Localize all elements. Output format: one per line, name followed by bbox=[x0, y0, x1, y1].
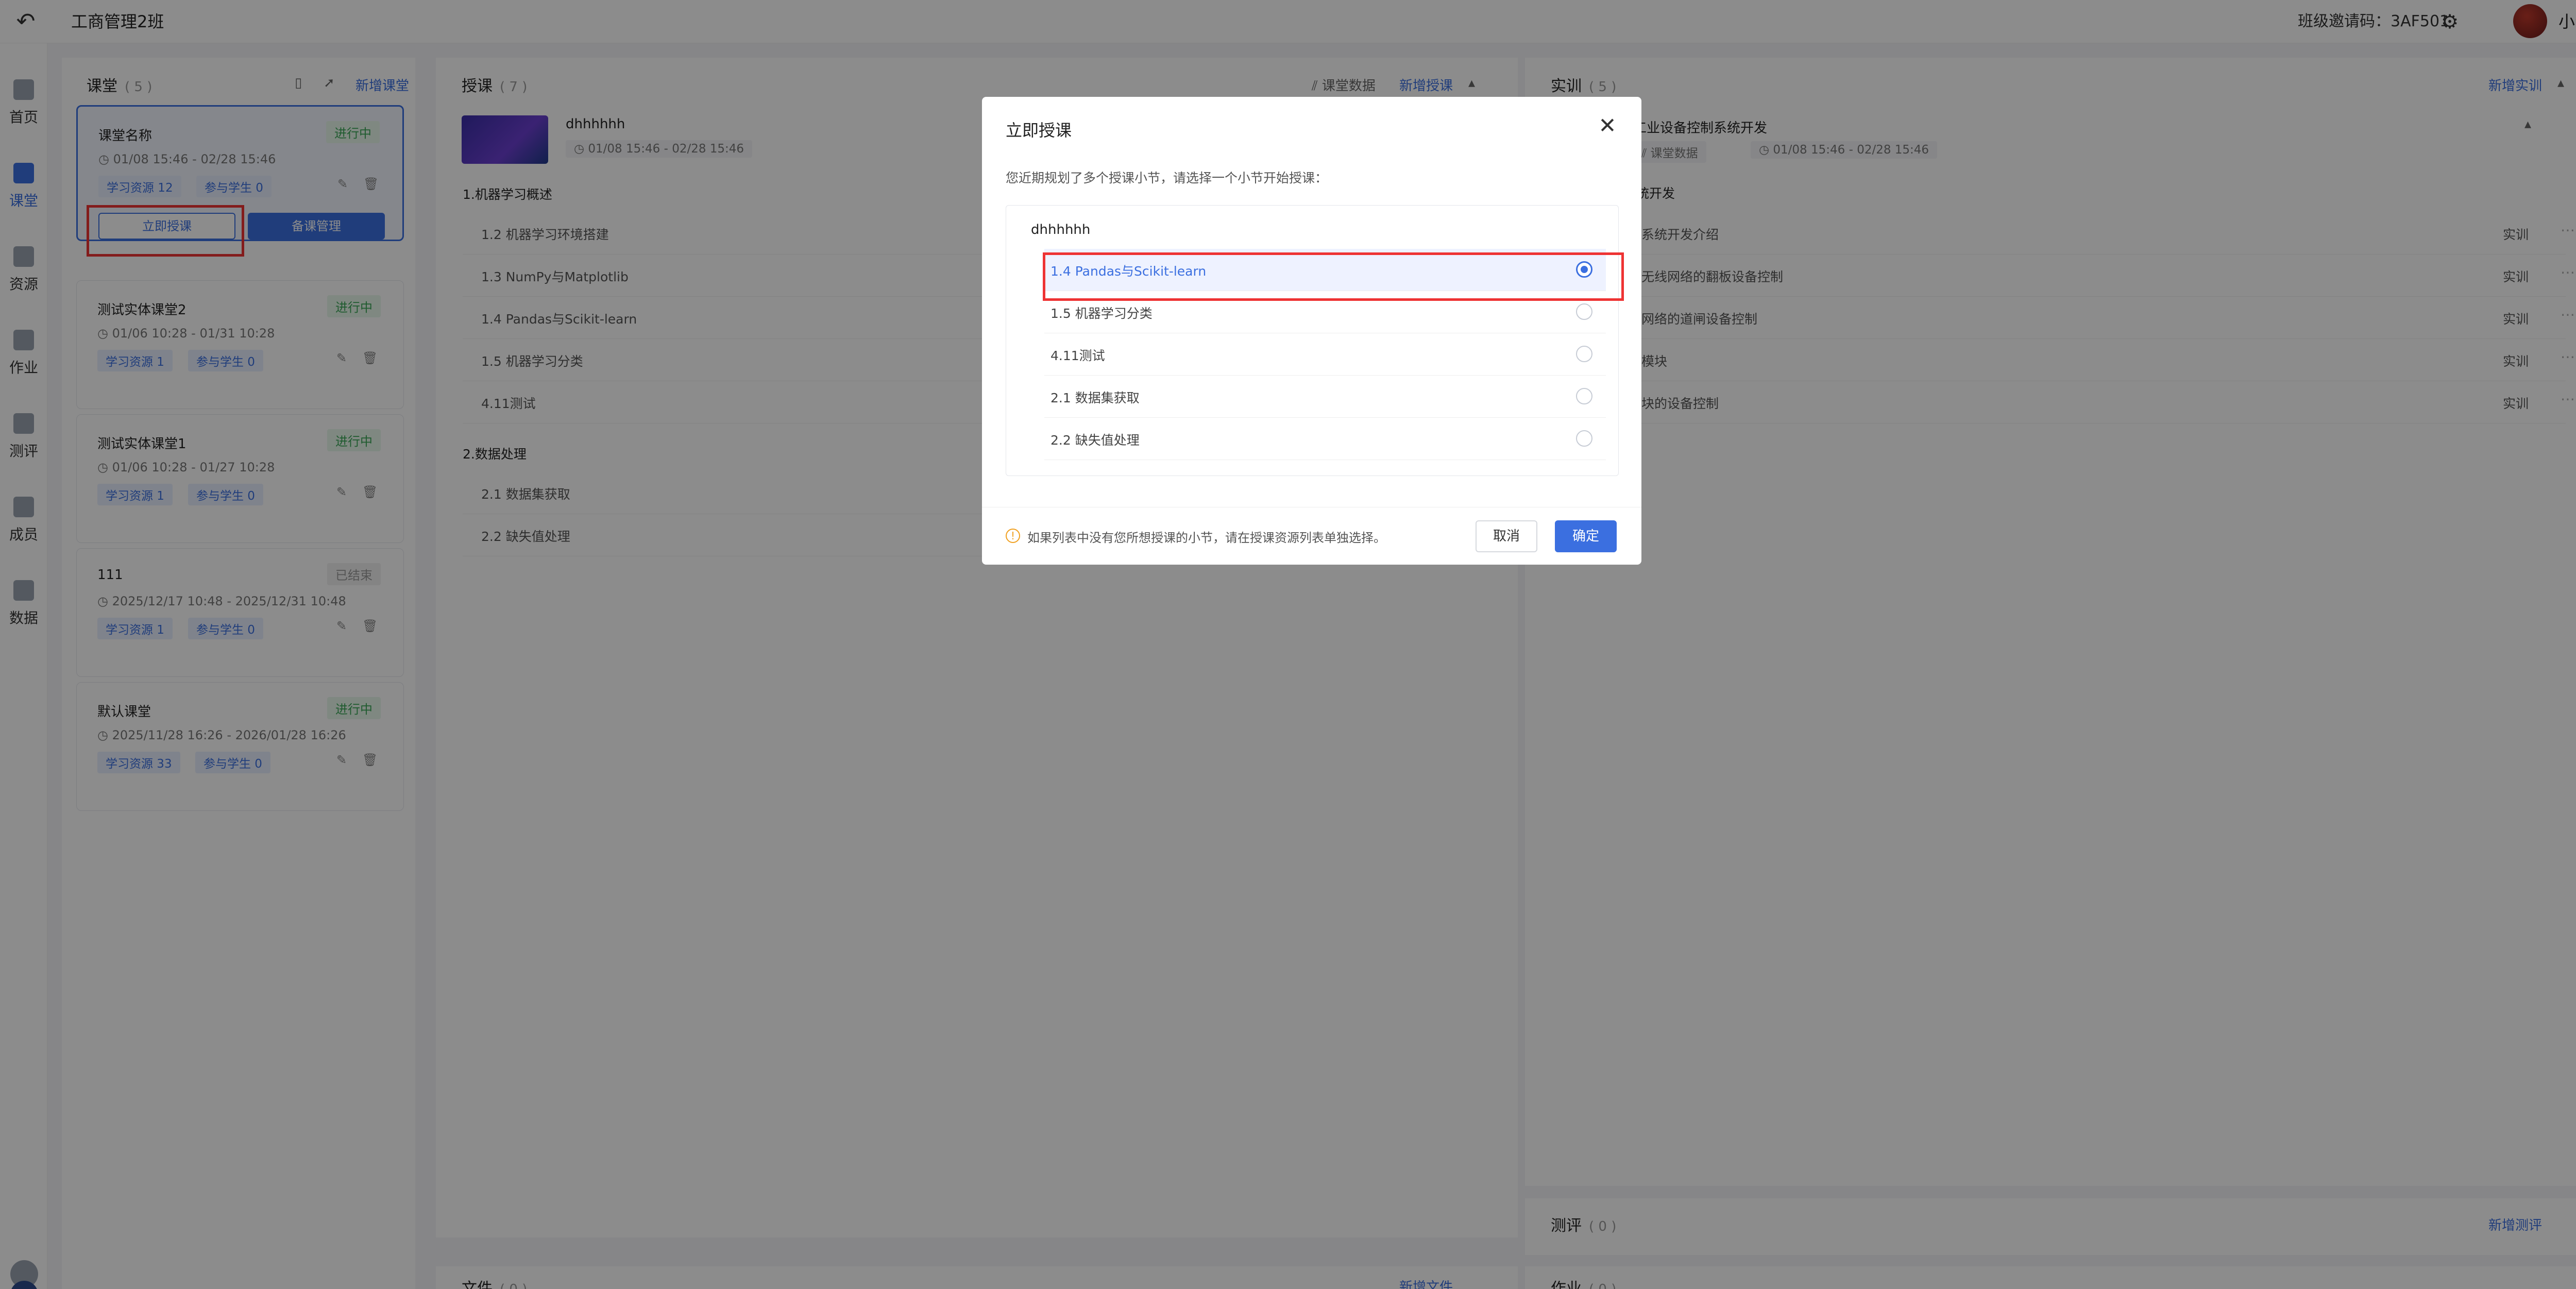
option-label: 4.11测试 bbox=[1050, 348, 1105, 363]
radio-button[interactable] bbox=[1576, 430, 1592, 447]
highlight-box bbox=[1043, 252, 1624, 301]
radio-button[interactable] bbox=[1576, 388, 1592, 404]
lesson-group-label: dhhhhhh bbox=[1031, 222, 1091, 238]
section-option[interactable]: 2.2 缺失值处理 bbox=[1044, 418, 1606, 460]
option-label: 2.1 数据集获取 bbox=[1050, 391, 1140, 405]
start-teaching-dialog: 立即授课 ✕ 您近期规划了多个授课小节，请选择一个小节开始授课： dhhhhhh… bbox=[982, 97, 1641, 565]
close-icon[interactable]: ✕ bbox=[1594, 112, 1621, 139]
section-option[interactable]: 4.11测试 bbox=[1044, 333, 1606, 376]
dialog-title: 立即授课 bbox=[1006, 121, 1072, 140]
option-label: 2.2 缺失值处理 bbox=[1050, 433, 1140, 448]
radio-button[interactable] bbox=[1576, 303, 1592, 320]
dialog-description: 您近期规划了多个授课小节，请选择一个小节开始授课： bbox=[1006, 171, 1328, 185]
warning-icon: ! bbox=[1006, 529, 1020, 543]
section-option[interactable]: 2.1 数据集获取 bbox=[1044, 376, 1606, 418]
radio-button[interactable] bbox=[1576, 346, 1592, 362]
option-label: 1.5 机器学习分类 bbox=[1050, 306, 1153, 321]
confirm-button[interactable]: 确定 bbox=[1555, 520, 1617, 552]
section-select-list: dhhhhhh 1.4 Pandas与Scikit-learn 1.5 机器学习… bbox=[1006, 205, 1619, 476]
cancel-button[interactable]: 取消 bbox=[1476, 520, 1537, 552]
dialog-note: 如果列表中没有您所想授课的小节，请在授课资源列表单独选择。 bbox=[1027, 531, 1386, 545]
